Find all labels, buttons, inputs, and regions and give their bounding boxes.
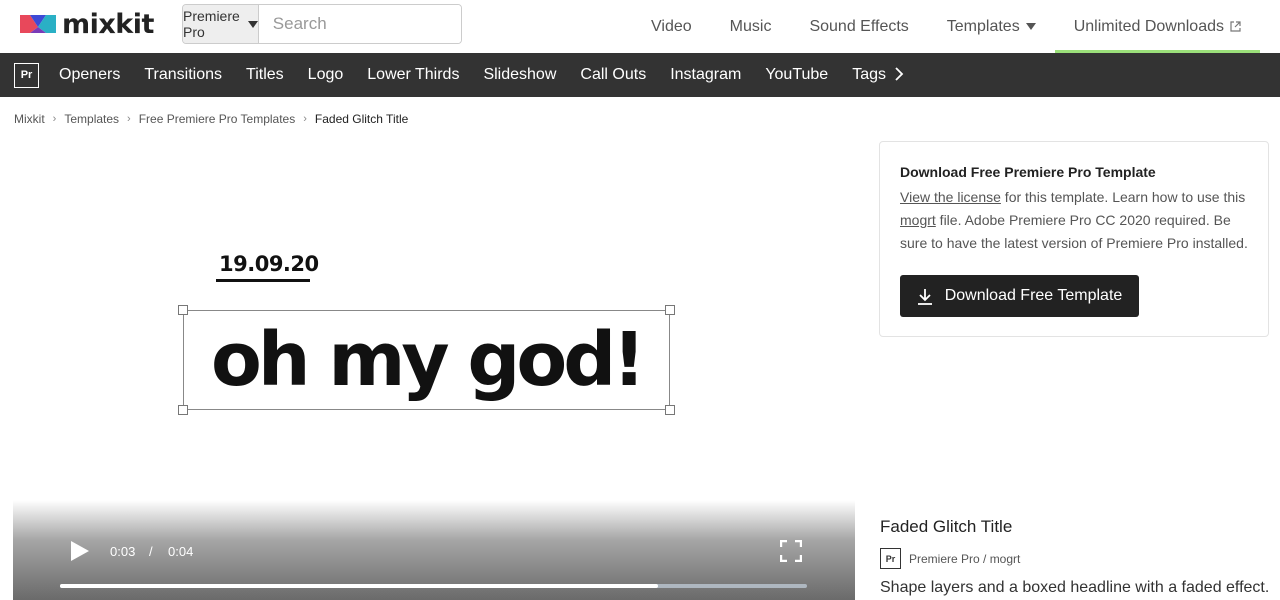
site-header: mixkit Premiere Pro Video Music Sound Ef…	[0, 0, 1280, 53]
nav-music-label: Music	[729, 17, 772, 35]
cat-logo[interactable]: Logo	[296, 66, 356, 84]
play-button[interactable]	[70, 540, 90, 567]
cat-instagram[interactable]: Instagram	[658, 66, 753, 84]
preview-date: 19.09.20	[219, 252, 319, 276]
date-underline	[216, 279, 310, 282]
breadcrumb-free-premiere-pro-templates[interactable]: Free Premiere Pro Templates	[139, 112, 296, 126]
chevron-right-icon: ›	[127, 113, 131, 125]
nav-video-label: Video	[651, 17, 692, 35]
preview-headline: oh my god!	[211, 317, 646, 403]
caret-down-icon	[247, 20, 258, 28]
view-license-link[interactable]: View the license	[900, 189, 1001, 205]
chevron-right-icon: ›	[303, 113, 307, 125]
search-category-label: Premiere Pro	[183, 8, 240, 40]
download-card-title: Download Free Premiere Pro Template	[900, 164, 1156, 180]
resize-handle	[665, 405, 675, 415]
chevron-right-icon[interactable]	[894, 65, 904, 86]
cat-slideshow[interactable]: Slideshow	[471, 66, 568, 84]
search-category-select[interactable]: Premiere Pro	[183, 5, 259, 43]
cat-call-outs[interactable]: Call Outs	[568, 66, 658, 84]
resize-handle	[178, 405, 188, 415]
category-bar: Pr Openers Transitions Titles Logo Lower…	[0, 53, 1280, 97]
top-navigation: Video Music Sound Effects Templates Unli…	[632, 0, 1260, 53]
nav-sound-effects[interactable]: Sound Effects	[790, 0, 927, 53]
fullscreen-button[interactable]	[779, 539, 803, 567]
cat-youtube[interactable]: YouTube	[753, 66, 840, 84]
duration: 0:04	[168, 544, 194, 559]
cat-tags[interactable]: Tags	[840, 66, 898, 84]
headline-box: oh my god!	[178, 305, 675, 415]
download-card-text: View the license for this template. Lear…	[900, 186, 1248, 255]
download-button-label: Download Free Template	[944, 287, 1123, 304]
nav-video[interactable]: Video	[632, 0, 711, 53]
download-icon	[917, 288, 932, 305]
resize-handle	[665, 305, 675, 315]
external-link-icon	[1230, 21, 1241, 32]
cat-openers[interactable]: Openers	[47, 66, 132, 84]
template-meta: Pr Premiere Pro / mogrt	[880, 548, 1020, 569]
nav-music[interactable]: Music	[711, 0, 791, 53]
card-text-part-1: for this template. Learn how to use this	[1000, 189, 1246, 205]
progress-fill	[60, 584, 658, 588]
breadcrumb-templates[interactable]: Templates	[64, 112, 119, 126]
nav-unlimited-downloads-label: Unlimited Downloads	[1073, 17, 1224, 35]
caret-down-icon	[1025, 23, 1036, 30]
breadcrumb: Mixkit › Templates › Free Premiere Pro T…	[14, 112, 408, 126]
template-format: Premiere Pro / mogrt	[909, 551, 1021, 566]
nav-sound-effects-label: Sound Effects	[809, 17, 909, 35]
video-controls: 0:03 / 0:04	[13, 500, 855, 600]
download-free-template-button[interactable]: Download Free Template	[900, 275, 1139, 317]
video-preview[interactable]: 19.09.20 oh my god! 0:03 / 0:04	[13, 140, 855, 600]
mixkit-logo[interactable]: mixkit	[20, 8, 154, 40]
download-card: Download Free Premiere Pro Template View…	[879, 141, 1269, 337]
time-separator: /	[149, 544, 153, 559]
cat-transitions[interactable]: Transitions	[132, 66, 234, 84]
chevron-right-icon: ›	[52, 113, 57, 125]
premiere-pro-badge: Pr	[880, 548, 901, 569]
nav-templates[interactable]: Templates	[928, 0, 1055, 53]
template-title: Faded Glitch Title	[880, 517, 1013, 536]
nav-unlimited-downloads[interactable]: Unlimited Downloads	[1054, 0, 1260, 53]
cat-titles[interactable]: Titles	[234, 66, 296, 84]
current-time: 0:03	[110, 544, 136, 559]
mogrt-link[interactable]: mogrt	[900, 212, 936, 228]
cat-lower-thirds[interactable]: Lower Thirds	[355, 66, 471, 84]
play-icon	[71, 541, 89, 561]
breadcrumb-current: Faded Glitch Title	[314, 112, 409, 126]
progress-bar[interactable]	[60, 584, 807, 588]
resize-handle	[178, 305, 188, 315]
template-description: Shape layers and a boxed headline with a…	[880, 579, 1270, 596]
nav-templates-label: Templates	[946, 17, 1020, 35]
premiere-pro-badge: Pr	[14, 62, 39, 88]
logo-text: mixkit	[62, 8, 154, 40]
search-input[interactable]	[258, 5, 461, 43]
fullscreen-icon	[779, 539, 803, 563]
card-text-part-2: file. Adobe Premiere Pro CC 2020 require…	[900, 212, 1248, 251]
search-bar: Premiere Pro	[182, 4, 462, 44]
breadcrumb-mixkit[interactable]: Mixkit	[14, 112, 45, 126]
mixkit-logo-icon	[20, 15, 56, 33]
